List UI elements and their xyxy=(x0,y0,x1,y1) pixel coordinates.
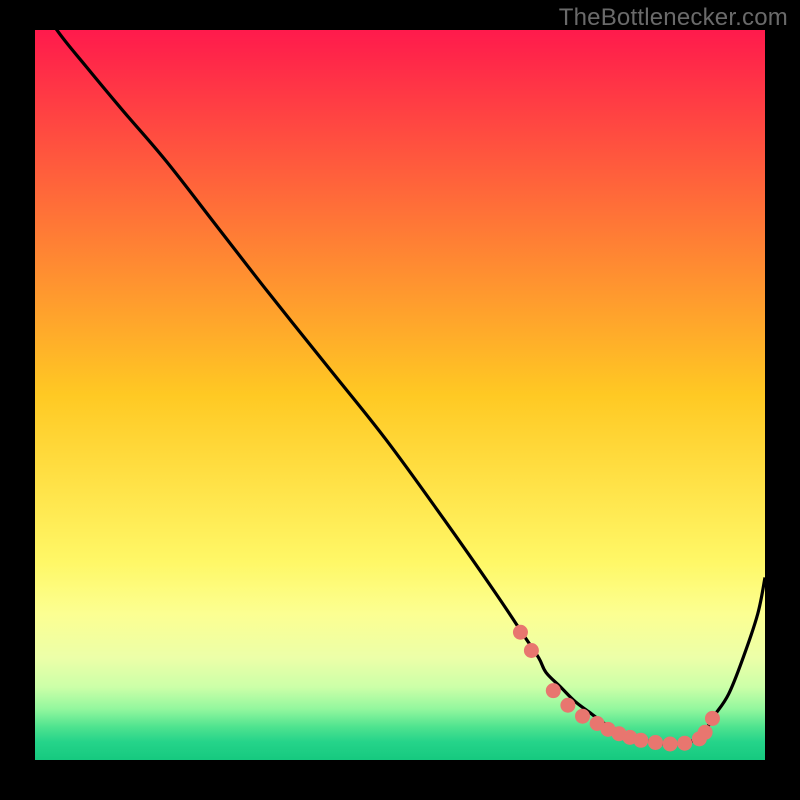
plot-svg xyxy=(35,30,765,760)
data-marker xyxy=(633,733,648,748)
data-marker xyxy=(524,643,539,658)
data-marker xyxy=(648,735,663,750)
data-marker xyxy=(698,725,713,740)
data-marker xyxy=(705,711,720,726)
watermark-text: TheBottlenecker.com xyxy=(559,4,788,32)
data-marker xyxy=(513,625,528,640)
data-marker xyxy=(677,736,692,751)
gradient-background xyxy=(35,30,765,760)
plot-area xyxy=(35,30,765,760)
data-marker xyxy=(575,709,590,724)
data-marker xyxy=(560,698,575,713)
data-marker xyxy=(663,736,678,751)
data-marker xyxy=(546,683,561,698)
chart-container: TheBottlenecker.com xyxy=(0,0,800,800)
